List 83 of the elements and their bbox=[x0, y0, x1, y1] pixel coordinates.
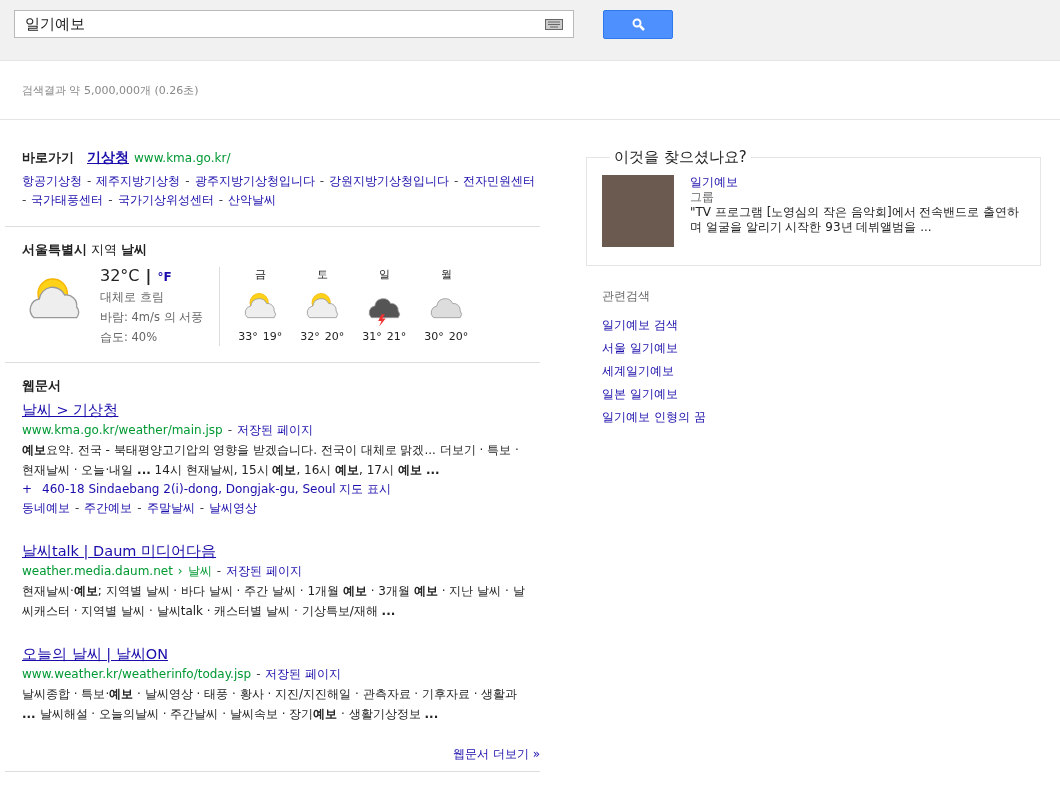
sitelink[interactable]: 제주지방기상청 bbox=[96, 172, 181, 191]
high-temperature: 33° bbox=[238, 330, 258, 343]
cached-page-link[interactable]: 저장된 페이지 bbox=[265, 665, 342, 684]
more-results-link[interactable]: 웹문서 더보기 » bbox=[453, 746, 540, 763]
low-temperature: 20° bbox=[448, 330, 469, 343]
plus-mark: + bbox=[22, 481, 33, 498]
sitelink[interactable]: 주간예보 bbox=[84, 499, 133, 518]
section-label: 바로가기 bbox=[22, 149, 74, 167]
separator: - bbox=[22, 192, 27, 209]
weather-title: 날씨 bbox=[121, 242, 148, 257]
wind-info: 바람: 4m/s 의 서풍 bbox=[100, 309, 204, 326]
high-temperature: 30° bbox=[424, 330, 444, 343]
suggestion-link[interactable]: 일기예보 bbox=[690, 175, 738, 189]
high-temperature: 31° bbox=[362, 330, 382, 343]
related-search-link[interactable]: 일본 일기예보 bbox=[602, 387, 678, 401]
current-temperature: 32°C bbox=[100, 267, 140, 284]
search-button[interactable] bbox=[603, 10, 673, 39]
humidity-info: 습도: 40% bbox=[100, 329, 159, 346]
result-url: weather.media.daum.net bbox=[22, 563, 173, 580]
region-label: 지역 bbox=[91, 242, 118, 257]
sitelink[interactable]: 전자민원센터 bbox=[463, 172, 536, 191]
separator: - bbox=[108, 192, 113, 209]
sitelink[interactable]: 주말날씨 bbox=[146, 499, 195, 518]
related-heading: 관련검색 bbox=[602, 288, 651, 305]
search-icon bbox=[631, 18, 645, 31]
suggestion-type: 그룹 bbox=[690, 190, 715, 205]
low-temperature: 21° bbox=[386, 330, 407, 343]
map-link[interactable]: 460-18 Sindaebang 2(i)-dong, Dongjak-gu, Seoul 지도 표시 bbox=[42, 480, 392, 499]
low-temperature: 20° bbox=[324, 330, 345, 343]
breadcrumb: 날씨 bbox=[187, 563, 212, 580]
separator: - bbox=[199, 500, 205, 517]
result-snippet: 예보요약. 전국 - 북태평양고기압의 영향을 받겠습니다. 전국이 대체로 맑겠... 더보기 · 특보 · 현재날씨 · 오늘·내일 ... 14시 현재날씨, 15시 예보, 16시 예보, 17시 예보 ... bbox=[22, 442, 520, 479]
sitelink[interactable]: 국가기상위성센터 bbox=[117, 191, 214, 210]
sitelink[interactable]: 광주지방기상청입니다 bbox=[194, 172, 315, 191]
breadcrumb-separator: › bbox=[177, 563, 183, 580]
day-label: 월 bbox=[440, 267, 452, 282]
sitelink[interactable]: 강원지방기상청입니다 bbox=[329, 172, 450, 191]
cached-page-link[interactable]: 저장된 페이지 bbox=[226, 562, 302, 581]
related-search-link[interactable]: 일기예보 검색 bbox=[602, 318, 678, 332]
result-title-link[interactable]: 날씨 > 기상청 bbox=[22, 399, 119, 421]
separator: - bbox=[216, 563, 221, 580]
separator: - bbox=[256, 666, 261, 683]
suggestion-description: "TV 프로그램 [노영심의 작은 음악회]에서 전속밴드로 출연하며 얼굴을 알리기 시작한 93년 데뷔앨범을 ... bbox=[690, 205, 1021, 235]
result-snippet: 날씨종합 · 특보·예보 · 날씨영상 · 태풍 · 황사 · 지진/지진해일 · 관측자료 · 기후자료 · 생활과 ... 날씨해설 · 오늘의날씨 · 주간날씨 · 날씨속보 · 장기예보 · 생활기상정보 ... bbox=[22, 686, 519, 723]
separator: - bbox=[218, 192, 224, 209]
keyboard-icon[interactable] bbox=[545, 18, 563, 30]
photo-placeholder bbox=[602, 175, 674, 247]
day-label: 금 bbox=[254, 267, 266, 282]
related-search-link[interactable]: 서울 일기예보 bbox=[602, 341, 678, 355]
city-name: 서울특별시 bbox=[22, 242, 87, 257]
fahrenheit-link[interactable]: °F bbox=[157, 269, 172, 286]
result-stats: 검색결과 약 5,000,000개 (0.26초) bbox=[0, 61, 1060, 120]
separator: - bbox=[319, 173, 325, 190]
result-url: www.weather.kr/weatherinfo/today.jsp bbox=[22, 666, 252, 683]
day-label: 토 bbox=[316, 267, 328, 282]
separator: | bbox=[145, 267, 152, 284]
high-temperature: 32° bbox=[300, 330, 320, 343]
separator: - bbox=[454, 173, 459, 190]
sitelink[interactable]: 날씨영상 bbox=[209, 499, 258, 518]
separator: - bbox=[87, 173, 92, 190]
result-snippet: 현재날씨·예보; 지역별 날씨 · 바다 날씨 · 주간 날씨 · 1개월 예보 · 3개월 예보 · 지난 날씨 · 날씨캐스터 · 지역별 날씨 · 날씨talk · 캐스터별 날씨 · 기상특보/재해 ... bbox=[22, 583, 526, 620]
sitelink[interactable]: 국가태풍센터 bbox=[31, 191, 104, 210]
cached-page-link[interactable]: 저장된 페이지 bbox=[237, 421, 313, 440]
result-url: www.kma.go.kr/ bbox=[134, 150, 231, 167]
result-title-link[interactable]: 오늘의 날씨 | 날씨ON bbox=[22, 643, 168, 665]
result-url: www.kma.go.kr/weather/main.jsp bbox=[22, 422, 223, 439]
search-field[interactable]: 일기예보 bbox=[14, 10, 574, 38]
low-temperature: 19° bbox=[262, 330, 283, 343]
sitelink[interactable]: 항공기상청 bbox=[22, 172, 82, 191]
result-title-link[interactable]: 기상청 bbox=[87, 148, 129, 167]
sitelink[interactable]: 산악날씨 bbox=[228, 191, 277, 210]
sitelink[interactable]: 동네예보 bbox=[22, 499, 70, 518]
card-heading: 이것을 찾으셨나요? bbox=[613, 148, 748, 167]
separator: - bbox=[185, 173, 190, 190]
section-heading: 웹문서 bbox=[22, 378, 61, 393]
day-label: 일 bbox=[378, 267, 390, 282]
weather-condition: 대체로 흐림 bbox=[100, 289, 165, 306]
separator: - bbox=[227, 422, 232, 439]
related-search-link[interactable]: 일기예보 인형의 꿈 bbox=[602, 410, 706, 424]
result-title-link[interactable]: 날씨talk | Daum 미디어다음 bbox=[22, 540, 217, 562]
separator: - bbox=[137, 500, 142, 517]
separator: - bbox=[75, 500, 80, 517]
related-search-link[interactable]: 세계일기예보 bbox=[602, 364, 674, 378]
